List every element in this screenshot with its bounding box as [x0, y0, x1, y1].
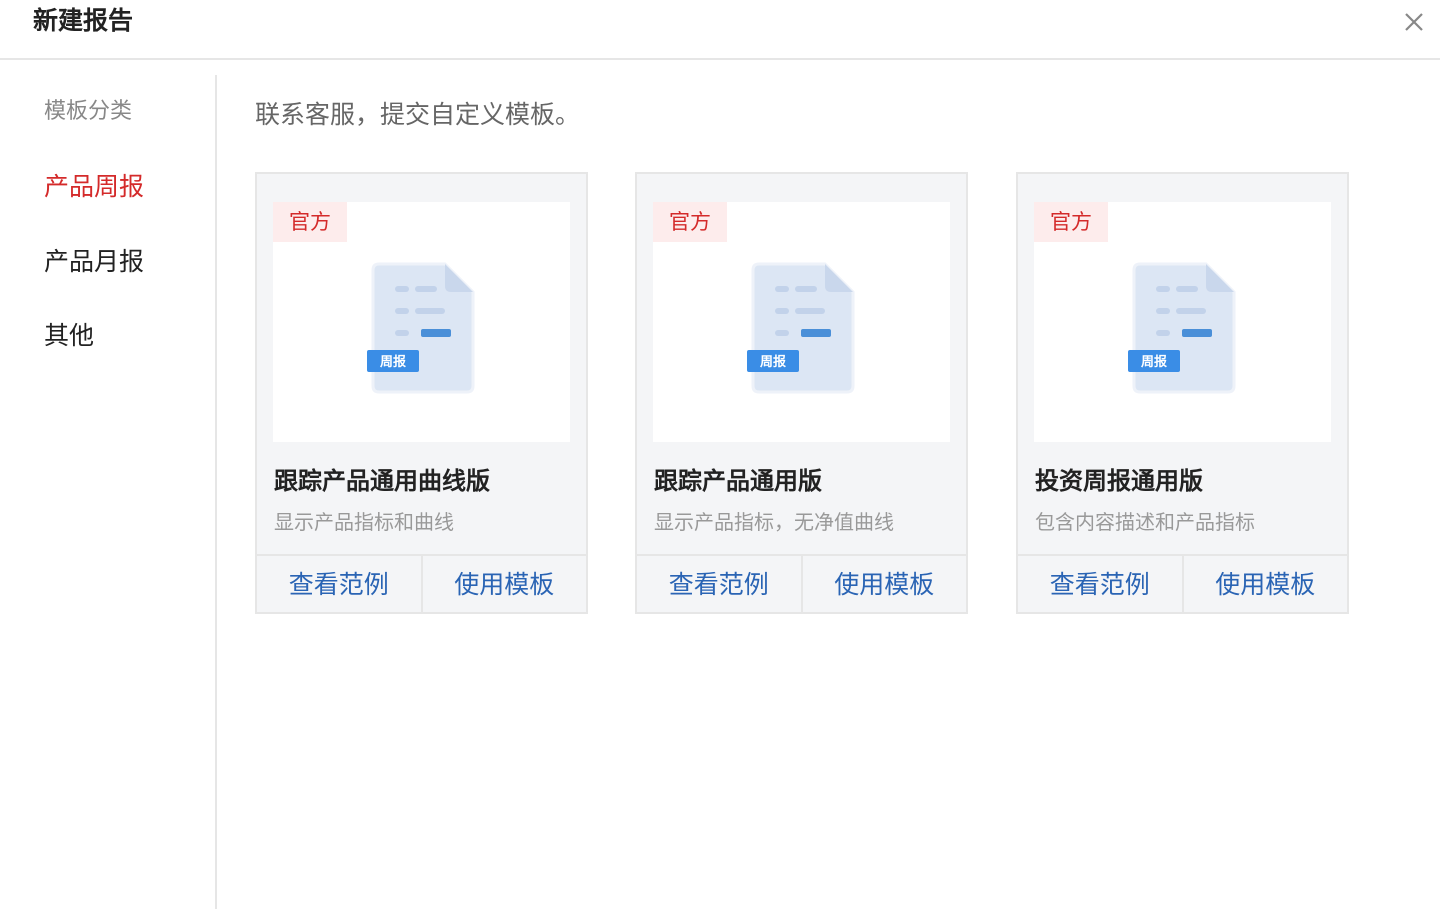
- view-example-button[interactable]: 查看范例: [257, 556, 421, 614]
- sidebar-item-monthly[interactable]: 产品月报: [44, 245, 144, 279]
- close-icon: [1405, 13, 1423, 31]
- template-description: 显示产品指标和曲线: [274, 510, 454, 534]
- template-thumbnail: 官方 周报: [273, 202, 570, 442]
- custom-template-hint: 联系客服，提交自定义模板。: [255, 100, 581, 129]
- close-button[interactable]: [1398, 6, 1430, 38]
- card-actions: 查看范例 使用模板: [637, 554, 966, 614]
- card-actions: 查看范例 使用模板: [1018, 554, 1347, 614]
- card-actions: 查看范例 使用模板: [257, 554, 586, 614]
- view-example-button[interactable]: 查看范例: [1018, 556, 1182, 614]
- dialog-title: 新建报告: [33, 6, 134, 35]
- dialog-header: 新建报告: [0, 0, 1440, 60]
- template-card: 官方 周报 跟踪产品通用曲线版 显示产品指标和曲线 查看范例 使用模板: [255, 172, 588, 614]
- sidebar-item-other[interactable]: 其他: [44, 319, 94, 353]
- template-card: 官方 周报 投资周报通用版 包含内容描述和产品指标 查看范例 使用模板: [1016, 172, 1349, 614]
- template-card: 官方 周报 跟踪产品通用版 显示产品指标，无净值曲线 查看范例 使用模板: [635, 172, 968, 614]
- official-badge: 官方: [653, 202, 727, 242]
- use-template-button[interactable]: 使用模板: [420, 556, 587, 614]
- svg-text:周报: 周报: [1141, 355, 1168, 370]
- template-title: 跟踪产品通用曲线版: [274, 467, 490, 495]
- template-thumbnail: 官方 周报: [1034, 202, 1331, 442]
- weekly-report-doc-icon: 周报: [367, 262, 475, 394]
- template-description: 包含内容描述和产品指标: [1035, 510, 1255, 534]
- official-badge: 官方: [273, 202, 347, 242]
- sidebar-item-weekly[interactable]: 产品周报: [44, 170, 144, 204]
- view-example-button[interactable]: 查看范例: [637, 556, 801, 614]
- sidebar-heading: 模板分类: [44, 99, 133, 124]
- template-thumbnail: 官方 周报: [653, 202, 950, 442]
- template-description: 显示产品指标，无净值曲线: [654, 510, 894, 534]
- svg-text:周报: 周报: [380, 355, 407, 370]
- weekly-report-doc-icon: 周报: [747, 262, 855, 394]
- weekly-report-doc-icon: 周报: [1128, 262, 1236, 394]
- template-title: 跟踪产品通用版: [654, 467, 822, 495]
- template-title: 投资周报通用版: [1035, 467, 1203, 495]
- official-badge: 官方: [1034, 202, 1108, 242]
- svg-text:周报: 周报: [760, 355, 787, 370]
- use-template-button[interactable]: 使用模板: [800, 556, 967, 614]
- template-category-sidebar: 模板分类 产品周报 产品月报 其他: [0, 75, 217, 909]
- use-template-button[interactable]: 使用模板: [1181, 556, 1348, 614]
